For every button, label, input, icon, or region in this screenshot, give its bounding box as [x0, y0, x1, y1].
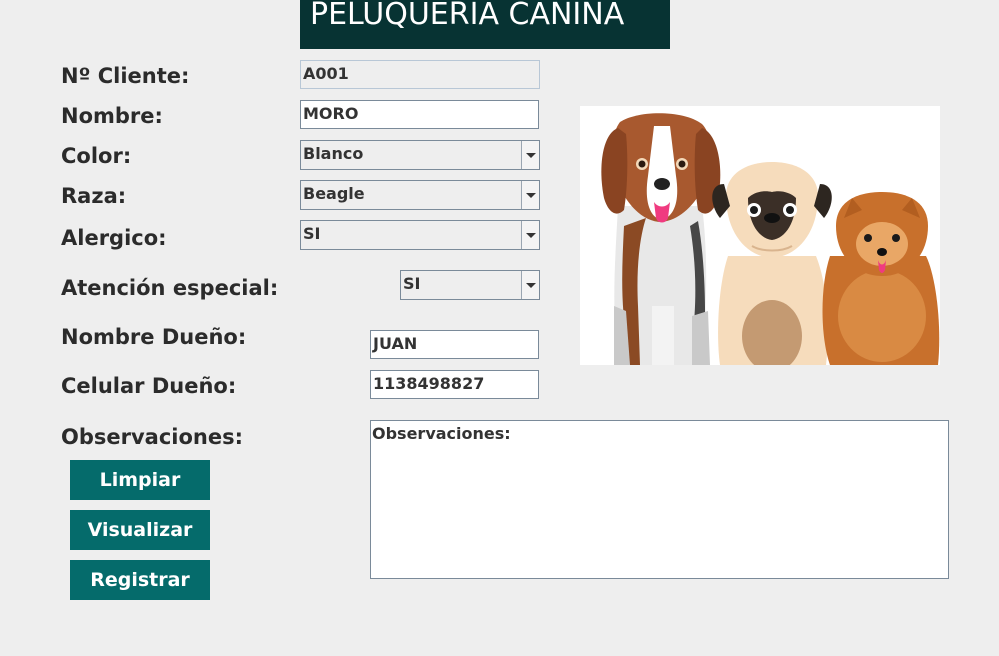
raza-select[interactable]: Beagle — [300, 180, 540, 210]
limpiar-button[interactable]: Limpiar — [70, 460, 210, 500]
label-atencion: Atención especial: — [61, 276, 279, 300]
cliente-id-field[interactable]: A001 — [300, 60, 540, 89]
chevron-down-icon[interactable] — [521, 181, 539, 209]
chevron-down-icon[interactable] — [521, 271, 539, 299]
alergico-select-value: SI — [303, 224, 321, 243]
pug-dog — [712, 162, 832, 365]
label-color: Color: — [61, 144, 132, 168]
atencion-select[interactable]: SI — [400, 270, 540, 300]
nombre-field[interactable]: MORO — [300, 100, 539, 129]
color-select-value: Blanco — [303, 144, 364, 163]
observaciones-textarea[interactable]: Observaciones: — [370, 420, 949, 579]
beagle-dog — [601, 113, 721, 365]
chevron-down-icon[interactable] — [521, 221, 539, 249]
visualizar-button[interactable]: Visualizar — [70, 510, 210, 550]
label-alergico: Alergico: — [61, 226, 167, 250]
color-select[interactable]: Blanco — [300, 140, 540, 170]
label-nombre: Nombre: — [61, 104, 163, 128]
label-nombre-dueno: Nombre Dueño: — [61, 325, 247, 349]
raza-select-value: Beagle — [303, 184, 365, 203]
label-raza: Raza: — [61, 184, 127, 208]
app-title-banner: PELUQUERIA CANINA — [300, 0, 670, 49]
registrar-button[interactable]: Registrar — [70, 560, 210, 600]
pomeranian-dog — [822, 192, 940, 365]
label-observaciones: Observaciones: — [61, 425, 244, 449]
celular-dueno-field[interactable]: 1138498827 — [370, 370, 539, 399]
app-title: PELUQUERIA CANINA — [310, 0, 625, 32]
dogs-illustration — [580, 106, 940, 365]
chevron-down-icon[interactable] — [521, 141, 539, 169]
nombre-dueno-field[interactable]: JUAN — [370, 330, 539, 359]
label-cliente: Nº Cliente: — [61, 64, 190, 88]
label-celular-dueno: Celular Dueño: — [61, 374, 237, 398]
alergico-select[interactable]: SI — [300, 220, 540, 250]
atencion-select-value: SI — [403, 274, 421, 293]
